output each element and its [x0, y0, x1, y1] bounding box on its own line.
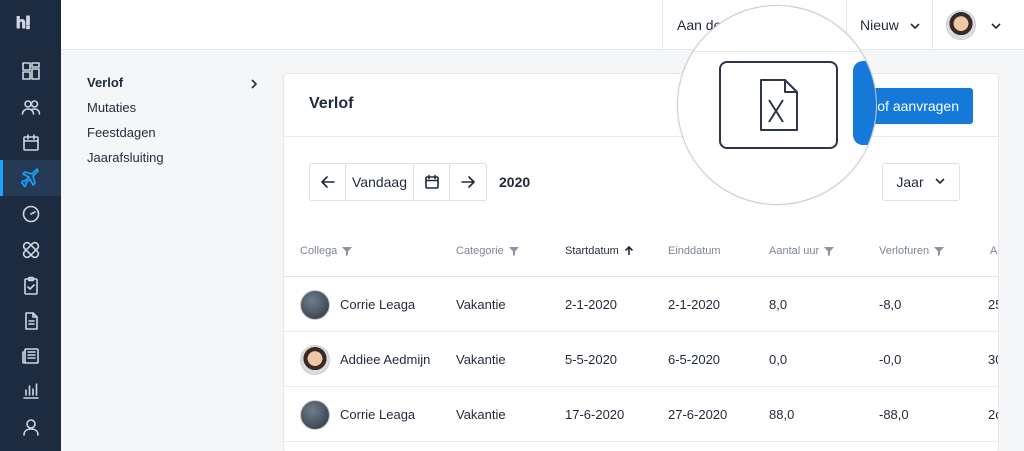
table-header: Collega Categorie Startdatum Einddatum A…: [284, 231, 998, 277]
date-picker-button[interactable]: [414, 164, 450, 200]
table-row[interactable]: Corrie Leaga Vakantie 17-6-2020 27-6-202…: [284, 387, 998, 442]
period-label: Jaar: [896, 174, 924, 190]
chart-icon[interactable]: [0, 373, 61, 409]
column-categorie[interactable]: Categorie: [456, 245, 519, 257]
filter-icon[interactable]: [824, 246, 835, 256]
top-bar: Aan de Nieuw: [61, 0, 1024, 50]
dashboard-icon[interactable]: [0, 53, 61, 89]
cell-overflow: 25: [988, 297, 998, 312]
user-menu[interactable]: [932, 0, 1024, 50]
newspaper-icon[interactable]: [0, 338, 61, 374]
cell-einddatum: 2-1-2020: [668, 297, 721, 312]
cell-verlofuren: -88,0: [879, 407, 909, 422]
current-year: 2020: [499, 174, 531, 190]
column-label: Verlofuren: [879, 245, 930, 257]
main-nav-rail: h: [0, 0, 61, 451]
new-dropdown[interactable]: Nieuw: [846, 0, 932, 50]
filter-icon[interactable]: [508, 246, 519, 256]
chevron-down-icon: [909, 19, 921, 31]
chevron-right-icon: [249, 76, 259, 89]
calendar-icon: [424, 174, 439, 189]
avatar: [300, 290, 330, 320]
cell-aantal-uur: 88,0: [769, 407, 795, 422]
cell-overflow: 30: [988, 352, 998, 367]
column-label: Categorie: [456, 245, 504, 257]
subnav-item-verlof[interactable]: Verlof: [87, 74, 267, 99]
cell-collega: Corrie Leaga: [340, 407, 416, 422]
next-button[interactable]: [450, 164, 486, 200]
cell-collega: Addiee Aedmijn: [340, 352, 431, 367]
cell-startdatum: 2-1-2020: [565, 297, 618, 312]
chevron-down-icon: [990, 19, 1002, 31]
cell-categorie: Vakantie: [456, 297, 506, 312]
column-label: Aantal uur: [769, 245, 820, 257]
people-icon[interactable]: [0, 89, 61, 125]
clipboard-icon[interactable]: [0, 268, 61, 304]
subnav-item-mutaties[interactable]: Mutaties: [87, 99, 267, 124]
document-icon[interactable]: [0, 303, 61, 339]
zoomed-primary-button-edge: [853, 61, 876, 145]
column-verlofuren[interactable]: Verlofuren: [879, 245, 945, 257]
filter-icon[interactable]: [934, 246, 945, 256]
cell-einddatum: 27-6-2020: [668, 407, 728, 422]
app-logo[interactable]: h: [15, 12, 46, 42]
column-label: Einddatum: [668, 245, 721, 257]
previous-button[interactable]: [310, 164, 346, 200]
verlof-card: Verlof lof aanvragen Vandaag 2020 Jaar C…: [283, 73, 999, 451]
chevron-down-icon: [934, 174, 946, 190]
cell-verlofuren: -0,0: [879, 352, 902, 367]
column-label: Collega: [300, 245, 338, 257]
cell-categorie: Vakantie: [456, 352, 506, 367]
subnav-label: Feestdagen: [87, 125, 156, 140]
verlof-subnav: Verlof Mutaties Feestdagen Jaarafsluitin…: [87, 74, 267, 174]
cell-aantal-uur: 8,0: [769, 297, 788, 312]
page-title: Verlof: [309, 95, 354, 112]
cell-einddatum: 6-5-2020: [668, 352, 721, 367]
new-label: Nieuw: [860, 17, 899, 33]
date-navigator: Vandaag: [309, 163, 487, 201]
column-collega[interactable]: Collega: [300, 245, 353, 257]
today-button[interactable]: Vandaag: [346, 164, 414, 200]
clock-icon[interactable]: [0, 196, 61, 232]
arrow-right-icon: [461, 176, 475, 188]
table-row[interactable]: Addiee Aedmijn Vakantie 5-5-2020 6-5-202…: [284, 332, 998, 387]
user-avatar: [946, 10, 976, 40]
plane-icon[interactable]: [0, 160, 61, 196]
filter-icon[interactable]: [342, 246, 353, 256]
zoomed-topbar-divider: [678, 51, 876, 52]
svg-text:h: h: [16, 15, 26, 32]
cell-startdatum: 17-6-2020: [565, 407, 625, 422]
subnav-label: Verlof: [87, 75, 124, 90]
cell-collega: Corrie Leaga: [340, 297, 416, 312]
card-header: Verlof lof aanvragen: [284, 74, 998, 137]
avatar: [300, 345, 330, 375]
cell-overflow: 2c: [988, 407, 998, 422]
table-row[interactable]: Corrie Leaga Vakantie 2-1-2020 2-1-2020 …: [284, 277, 998, 332]
subnav-item-jaarafsluiting[interactable]: Jaarafsluiting: [87, 149, 267, 174]
cell-verlofuren: -8,0: [879, 297, 902, 312]
user-icon[interactable]: [0, 409, 61, 445]
column-overflow[interactable]: A: [990, 245, 997, 257]
column-einddatum[interactable]: Einddatum: [668, 245, 721, 257]
excel-export-button[interactable]: [719, 61, 838, 149]
subnav-label: Jaarafsluiting: [87, 150, 164, 165]
column-startdatum[interactable]: Startdatum: [565, 245, 634, 257]
excel-file-icon: [759, 79, 798, 131]
calendar-icon[interactable]: [0, 125, 61, 161]
column-aantal-uur[interactable]: Aantal uur: [769, 245, 835, 257]
column-label: A: [990, 245, 998, 257]
arrow-left-icon: [320, 176, 335, 188]
cell-startdatum: 5-5-2020: [565, 352, 618, 367]
subnav-label: Mutaties: [87, 100, 137, 115]
cell-aantal-uur: 0,0: [769, 352, 788, 367]
cell-categorie: Vakantie: [456, 407, 506, 422]
zoom-magnifier: [677, 5, 877, 205]
subnav-item-feestdagen[interactable]: Feestdagen: [87, 124, 267, 149]
avatar: [300, 400, 330, 430]
period-select[interactable]: Jaar: [882, 163, 960, 201]
sort-ascending-icon: [624, 245, 634, 256]
bandage-icon[interactable]: [0, 232, 61, 268]
column-label: Startdatum: [565, 245, 619, 257]
